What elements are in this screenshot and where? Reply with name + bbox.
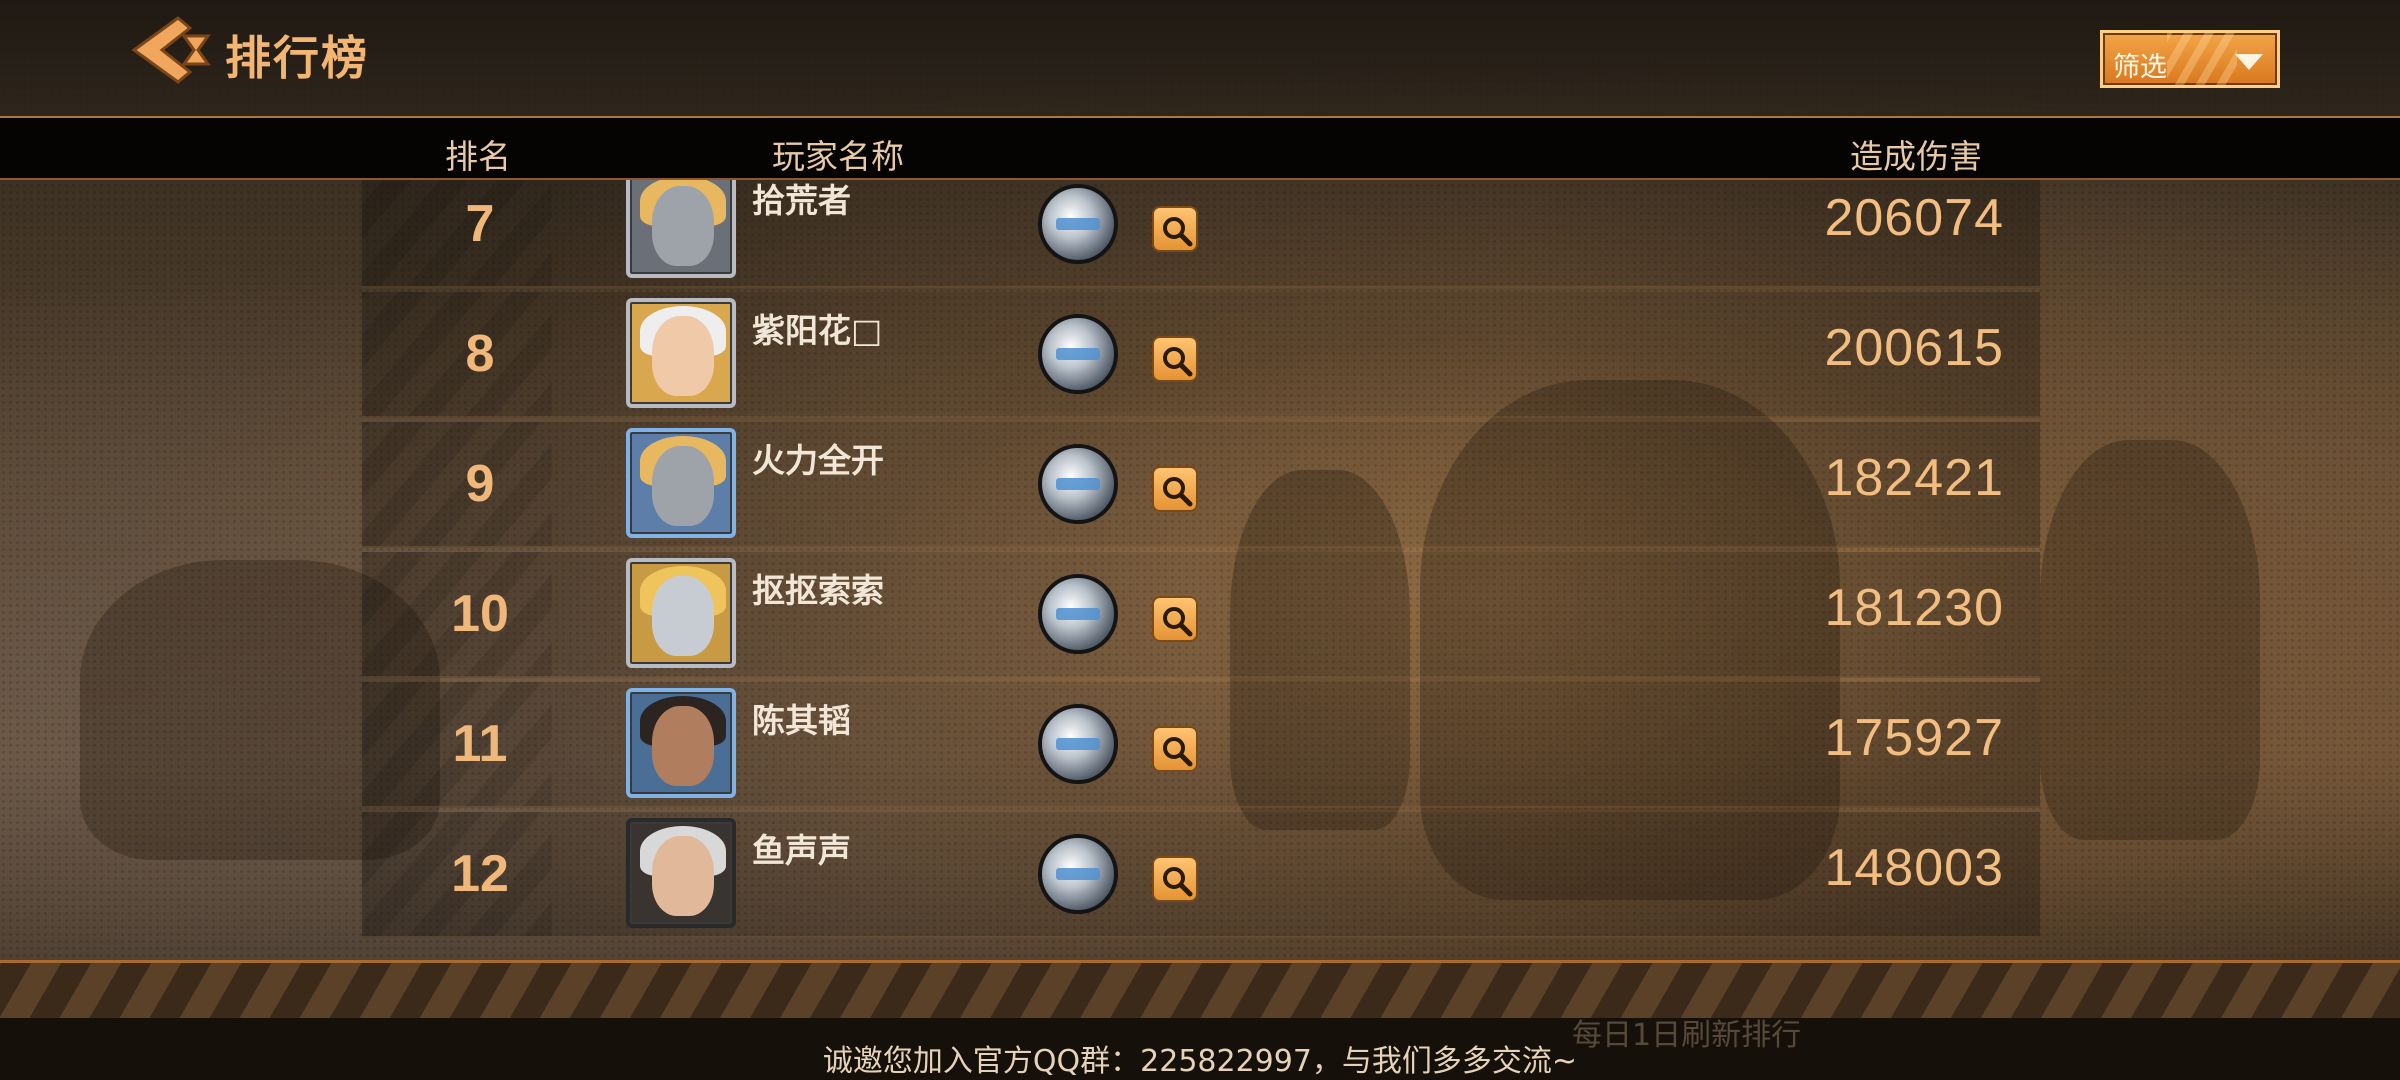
search-icon <box>1163 607 1193 637</box>
player-name: 紫阳花□ <box>752 311 883 350</box>
view-details-button[interactable] <box>1152 856 1198 902</box>
rank-number: 7 <box>465 195 495 253</box>
view-details-button[interactable] <box>1152 336 1198 382</box>
avatar-face <box>652 446 714 526</box>
search-icon <box>1163 867 1193 897</box>
player-name: 陈其韬 <box>752 701 851 740</box>
avatar-face <box>652 576 714 656</box>
guild-emblem[interactable] <box>1038 834 1118 914</box>
guild-emblem[interactable] <box>1038 184 1118 264</box>
avatar-face <box>652 186 714 266</box>
damage-value: 181230 <box>1824 579 2004 637</box>
player-name: 抠抠索索 <box>752 571 884 610</box>
player-avatar[interactable] <box>626 428 736 538</box>
player-name: 火力全开 <box>752 441 884 480</box>
leaderboard-row[interactable]: 11 陈其韬 175927 <box>362 682 2040 808</box>
back-button[interactable] <box>128 12 212 88</box>
player-name: 鱼声声 <box>752 831 851 870</box>
view-details-button[interactable] <box>1152 726 1198 772</box>
filter-dropdown[interactable]: 筛选 <box>2100 30 2280 88</box>
damage-value: 206074 <box>1824 189 2004 247</box>
avatar-face <box>652 316 714 396</box>
chevron-down-icon <box>2235 54 2263 70</box>
guild-emblem[interactable] <box>1038 444 1118 524</box>
column-header: 排名 玩家名称 造成伤害 <box>0 118 2400 180</box>
column-damage: 造成伤害 <box>1850 137 1982 176</box>
guild-emblem[interactable] <box>1038 704 1118 784</box>
page-title: 排行榜 <box>225 31 369 85</box>
view-details-button[interactable] <box>1152 466 1198 512</box>
player-avatar[interactable] <box>626 818 736 928</box>
damage-value: 200615 <box>1824 319 2004 377</box>
rank-number: 9 <box>465 455 495 513</box>
search-icon <box>1163 737 1193 767</box>
avatar-face <box>652 836 714 916</box>
back-arrow-icon <box>131 16 211 84</box>
damage-value: 148003 <box>1824 839 2004 897</box>
top-bar: 排行榜 筛选 <box>0 0 2400 118</box>
avatar-face <box>652 706 714 786</box>
search-icon <box>1163 477 1193 507</box>
leaderboard-row[interactable]: 7 拾荒者 206074 <box>362 180 2040 288</box>
qq-group-note: 诚邀您加入官方QQ群：225822997，与我们多多交流~ <box>822 1044 1578 1079</box>
rank-number: 10 <box>451 585 509 643</box>
leaderboard-list[interactable]: 7 拾荒者 206074 8 紫阳花□ 200615 9 火力全开 182421… <box>0 180 2400 960</box>
player-avatar[interactable] <box>626 298 736 408</box>
guild-emblem[interactable] <box>1038 314 1118 394</box>
player-name: 拾荒者 <box>752 181 851 220</box>
leaderboard-row[interactable]: 12 鱼声声 148003 <box>362 812 2040 938</box>
leaderboard-row[interactable]: 9 火力全开 182421 <box>362 422 2040 548</box>
search-icon <box>1163 347 1193 377</box>
player-avatar[interactable] <box>626 558 736 668</box>
footer-hazard-stripe <box>0 960 2400 1020</box>
filter-label: 筛选 <box>2113 52 2167 83</box>
rank-number: 8 <box>465 325 495 383</box>
leaderboard-row[interactable]: 10 抠抠索索 181230 <box>362 552 2040 678</box>
rank-number: 12 <box>451 845 509 903</box>
rank-number: 11 <box>452 715 508 773</box>
view-details-button[interactable] <box>1152 206 1198 252</box>
column-rank: 排名 <box>445 137 511 176</box>
leaderboard-row[interactable]: 8 紫阳花□ 200615 <box>362 292 2040 418</box>
view-details-button[interactable] <box>1152 596 1198 642</box>
guild-emblem[interactable] <box>1038 574 1118 654</box>
button-stripes <box>2167 33 2237 85</box>
player-avatar[interactable] <box>626 180 736 278</box>
damage-value: 175927 <box>1824 709 2004 767</box>
damage-value: 182421 <box>1824 449 2004 507</box>
column-player-name: 玩家名称 <box>772 137 904 176</box>
player-avatar[interactable] <box>626 688 736 798</box>
search-icon <box>1163 217 1193 247</box>
